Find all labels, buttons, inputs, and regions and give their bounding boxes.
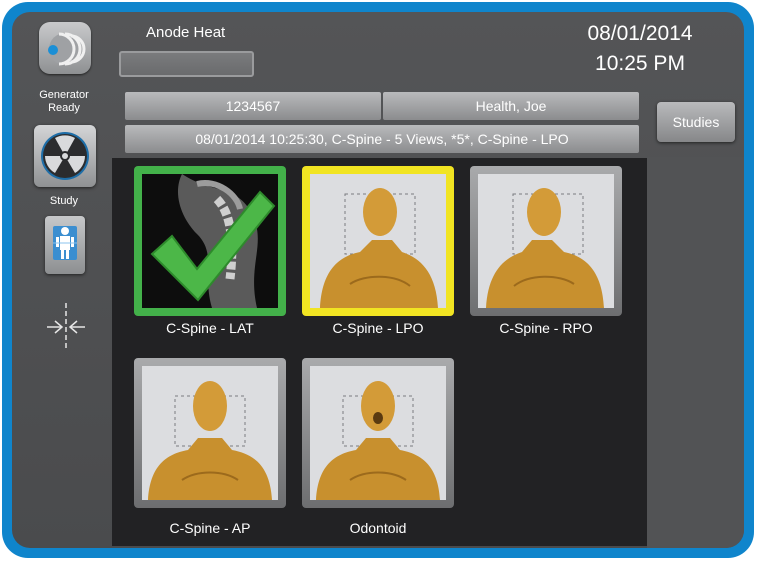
radiation-button[interactable] [34,125,96,187]
view-tile-odontoid[interactable] [302,358,454,508]
view-tile-c-spine-lpo[interactable] [302,166,454,316]
anode-heat-label: Anode Heat [146,24,226,41]
device-frame: Generator Ready Study Anode Heat 08/01/2… [2,2,754,558]
patient-name-field[interactable]: Health, Joe [383,92,639,120]
patient-id-field[interactable]: 1234567 [125,92,381,120]
ap-thumbnail [142,366,278,500]
caption-c-spine-rpo: C-Spine - RPO [499,320,593,336]
lpo-thumbnail [310,174,446,308]
study-body-icon [53,226,77,260]
generator-ready-status: Generator Ready [39,89,89,114]
view-tile-c-spine-rpo[interactable] [470,166,622,316]
caption-c-spine-lpo: C-Spine - LPO [332,320,424,336]
study-description-field[interactable]: 08/01/2014 10:25:30, C-Spine - 5 Views, … [125,125,639,153]
anode-heat-meter [119,51,254,77]
view-grid: C-Spine - LAT C-Spine - LPO C-Spine - RP… [112,158,647,546]
date-display: 08/01/2014 [587,22,693,45]
right-side-area [647,157,744,548]
view-tile-c-spine-lat[interactable] [134,166,286,316]
main-panel: Generator Ready Study Anode Heat 08/01/2… [12,12,744,548]
study-button[interactable] [45,216,85,274]
time-display: 10:25 PM [595,52,685,75]
studies-button[interactable]: Studies [657,102,735,142]
caption-odontoid: Odontoid [349,520,407,536]
generator-logo-icon [39,22,91,74]
view-tile-c-spine-ap[interactable] [134,358,286,508]
radiation-icon [41,132,89,180]
rpo-thumbnail [478,174,614,308]
odontoid-thumbnail [310,366,446,500]
study-label: Study [49,195,79,207]
checkmark-icon [150,190,276,302]
caption-c-spine-ap: C-Spine - AP [169,520,251,536]
caption-c-spine-lat: C-Spine - LAT [166,320,254,336]
collimator-icon[interactable] [45,301,87,353]
